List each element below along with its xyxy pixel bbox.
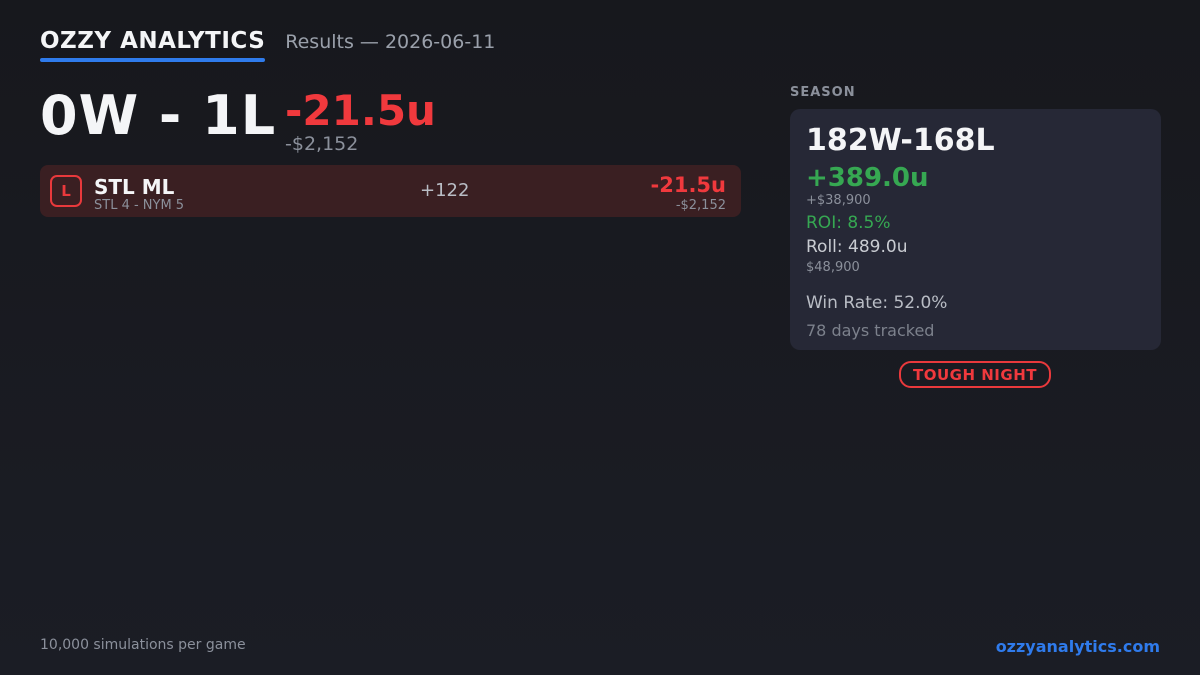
header: OZZY ANALYTICS Results — 2026-06-11: [40, 28, 496, 62]
results-page: OZZY ANALYTICS Results — 2026-06-11 0W -…: [0, 0, 1200, 675]
brand-logo: OZZY ANALYTICS: [40, 28, 266, 62]
footer-note: 10,000 simulations per game: [40, 637, 246, 653]
bet-name: STL ML: [94, 175, 175, 199]
website-link[interactable]: ozzyanalytics.com: [996, 637, 1160, 656]
brand-underline: [40, 58, 266, 62]
bet-score: STL 4 - NYM 5: [94, 198, 185, 213]
season-win-rate: Win Rate: 52.0%: [806, 293, 948, 313]
season-roll-dollars: $48,900: [806, 260, 860, 275]
bet-units: -21.5u: [650, 173, 726, 197]
season-dollars: +$38,900: [806, 193, 871, 208]
day-units: -21.5u: [285, 86, 436, 135]
season-days-tracked: 78 days tracked: [806, 321, 935, 340]
bet-row: L STL ML STL 4 - NYM 5 +122 -21.5u -$2,1…: [40, 165, 741, 217]
bet-odds: +122: [420, 180, 470, 201]
season-card: 182W-168L +389.0u +$38,900 ROI: 8.5% Rol…: [790, 109, 1161, 350]
day-dollars: -$2,152: [285, 133, 359, 155]
season-roi: ROI: 8.5%: [806, 213, 891, 233]
loss-badge: L: [50, 175, 82, 207]
tough-night-badge: TOUGH NIGHT: [899, 361, 1051, 388]
bet-dollars: -$2,152: [675, 198, 726, 213]
season-units: +389.0u: [806, 163, 929, 193]
brand-text: OZZY ANALYTICS: [40, 28, 266, 54]
results-date-title: Results — 2026-06-11: [285, 31, 496, 53]
day-record: 0W - 1L: [40, 84, 277, 147]
season-label: SEASON: [790, 85, 856, 100]
season-record: 182W-168L: [806, 123, 995, 158]
season-roll: Roll: 489.0u: [806, 237, 908, 257]
